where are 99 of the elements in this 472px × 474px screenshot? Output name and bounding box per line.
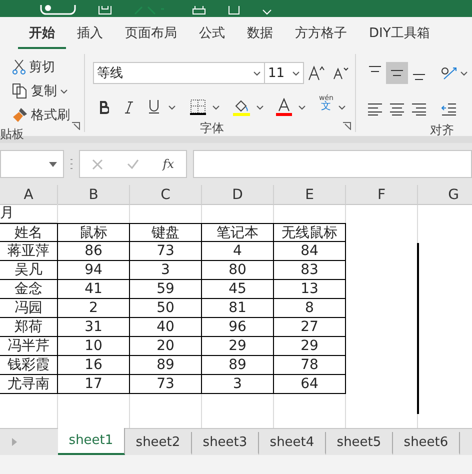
table-cell: 冯园: [0, 299, 58, 318]
brush-icon: [12, 107, 28, 123]
ribbon-tab[interactable]: 公式: [188, 18, 236, 49]
ribbon-tab[interactable]: 方方格子: [284, 18, 358, 49]
table-cell: 2: [58, 299, 130, 318]
table-cell: 96: [202, 318, 274, 337]
font-size-field[interactable]: 11: [264, 62, 304, 84]
table-cell: 84: [274, 242, 346, 261]
table-cell: 16: [58, 356, 130, 375]
table-cell: 月: [0, 204, 58, 223]
save-icon[interactable]: [98, 6, 112, 15]
table-cell: 笔记本: [202, 223, 274, 242]
align-lines-icon: [368, 66, 382, 72]
column-header[interactable]: D: [202, 185, 274, 205]
cut-button[interactable]: 剪切: [8, 56, 84, 78]
column-header[interactable]: A: [0, 185, 58, 205]
format-painter-button[interactable]: 格式刷: [8, 104, 84, 126]
font-color-button[interactable]: [273, 96, 295, 118]
underline-icon: [149, 100, 159, 114]
ribbon-tab[interactable]: 数据: [236, 18, 284, 49]
table-cell: 无线鼠标: [274, 223, 346, 242]
column-header[interactable]: F: [346, 185, 418, 205]
bold-icon: [99, 100, 109, 114]
table-cell: 73: [130, 242, 202, 261]
table-cell: 41: [58, 280, 130, 299]
table-cell: 尤寻南: [0, 375, 58, 394]
table-cell: 冯半芹: [0, 337, 58, 356]
sheet-tab[interactable]: sheet1: [58, 428, 125, 455]
copy-button[interactable]: 复制: [8, 80, 84, 102]
table-cell: 81: [202, 299, 274, 318]
table-cell: 8: [274, 299, 346, 318]
font-name-field[interactable]: 等线: [93, 62, 265, 84]
align-lines-icon: [411, 102, 427, 116]
indent-icon: [441, 102, 457, 116]
table-cell: 3: [130, 261, 202, 280]
table-cell: 27: [274, 318, 346, 337]
align-button[interactable]: [386, 62, 408, 84]
copy-icon: [12, 83, 28, 99]
table-cell: 31: [58, 318, 130, 337]
ribbon-tab[interactable]: 插入: [66, 18, 114, 49]
check-icon[interactable]: [126, 159, 139, 169]
table-cell: 蒋亚萍: [0, 242, 58, 261]
table-cell: 3: [202, 375, 274, 394]
group-label: 贴板: [0, 126, 25, 142]
dropdown-arrow-icon: [49, 162, 57, 166]
column-header[interactable]: E: [274, 185, 346, 205]
caret-icon[interactable]: [262, 9, 272, 15]
table-cell: 29: [202, 337, 274, 356]
table-cell: 59: [130, 280, 202, 299]
table-cell: 钱彩霞: [0, 356, 58, 375]
align-lines-icon: [389, 102, 405, 116]
align-lines-icon: [412, 74, 426, 80]
column-header[interactable]: B: [58, 185, 130, 205]
group-label: 字体: [199, 120, 225, 136]
table-cell: 40: [130, 318, 202, 337]
table-cell: 10: [58, 337, 130, 356]
table-cell: 29: [274, 337, 346, 356]
table-cell: 鼠标: [58, 223, 130, 242]
column-header[interactable]: G: [418, 185, 472, 205]
align-lines-icon: [390, 70, 404, 76]
table-cell: 4: [202, 242, 274, 261]
column-header[interactable]: C: [130, 185, 202, 205]
table-cell: 80: [202, 261, 274, 280]
table-cell: 郑荷: [0, 318, 58, 337]
print-icon[interactable]: [192, 6, 206, 15]
table-cell: 17: [58, 375, 130, 394]
dialog-launcher-icon[interactable]: [343, 122, 351, 130]
toggle-icon[interactable]: [40, 5, 76, 15]
table-cell: 86: [58, 242, 130, 261]
font-color-icon: [275, 98, 293, 116]
formula-input[interactable]: [193, 150, 472, 178]
table-cell: 20: [130, 337, 202, 356]
table-cell: 吴凡: [0, 261, 58, 280]
scissors-icon: [12, 59, 26, 75]
table-cell: 89: [130, 356, 202, 375]
border-icon: [190, 99, 206, 115]
table-cell: 键盘: [130, 223, 202, 242]
align-lines-icon: [367, 102, 383, 116]
table-cell: 13: [274, 280, 346, 299]
table-cell: 45: [202, 280, 274, 299]
table-cell: 姓名: [0, 223, 58, 242]
rotated-text-icon: [440, 65, 458, 81]
group-label: 对齐: [429, 122, 455, 138]
ribbon-tab[interactable]: 页面布局: [114, 18, 188, 49]
table-cell: 94: [58, 261, 130, 280]
table-cell: 50: [130, 299, 202, 318]
italic-icon: [125, 100, 133, 114]
table-cell: 89: [202, 356, 274, 375]
paint-bucket-icon: [233, 98, 251, 116]
table-cell: 78: [274, 356, 346, 375]
ribbon-tab[interactable]: DIY工具箱: [358, 18, 441, 49]
shrink-font-icon: [333, 66, 349, 80]
dialog-launcher-icon[interactable]: [72, 122, 80, 130]
insert-function-button[interactable]: fx: [162, 157, 174, 171]
grow-font-icon: [308, 65, 326, 81]
table-cell: 金念: [0, 280, 58, 299]
table-cell: 64: [274, 375, 346, 394]
table-cell: 83: [274, 261, 346, 280]
table-cell: 73: [130, 375, 202, 394]
